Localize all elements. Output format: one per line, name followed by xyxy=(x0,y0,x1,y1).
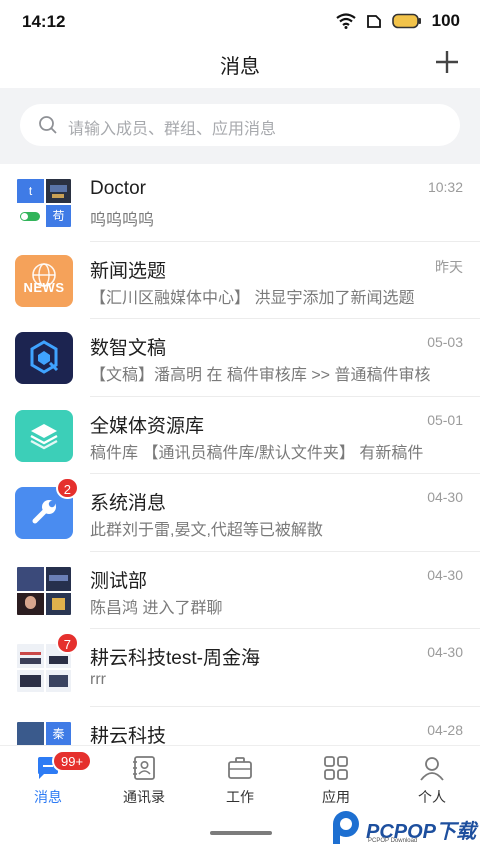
layers-icon xyxy=(30,423,58,449)
conversation-time: 10:32 xyxy=(427,179,463,195)
conversation-name: Doctor xyxy=(90,178,146,199)
conversation-preview: 【文稿】潘高明 在 稿件审核库 >> 普通稿件审核 xyxy=(90,367,431,384)
conversation-preview: rrr xyxy=(90,671,106,688)
status-indicators: 100 xyxy=(335,11,460,31)
tab-profile[interactable]: 个人 xyxy=(384,746,480,807)
search-icon xyxy=(39,116,57,134)
tab-label: 通讯录 xyxy=(123,789,165,805)
group-avatar: t 苟 xyxy=(15,177,73,229)
conversation-name: 数智文稿 xyxy=(90,338,167,359)
conversation-row[interactable]: 测试部 04-30 陈昌鸿 进入了群聊 xyxy=(0,552,480,629)
tab-bar: 99+ 消息 通讯录 工作 应用 个人 xyxy=(0,745,480,807)
avatar-tile xyxy=(17,721,44,745)
tab-messages[interactable]: 99+ 消息 xyxy=(0,746,96,807)
conversation-preview: 呜呜呜呜 xyxy=(90,212,155,229)
conversation-row[interactable]: t 苟 Doctor 10:32 呜呜呜呜 xyxy=(0,164,480,242)
page-title: 消息 xyxy=(220,56,260,78)
avatar-tile: 秦 xyxy=(46,721,71,745)
conversation-name: 全媒体资源库 xyxy=(90,415,205,437)
search-input[interactable]: 请输入成员、群组、应用消息 xyxy=(20,104,460,146)
grid-apps-icon xyxy=(324,756,348,780)
tab-work[interactable]: 工作 xyxy=(192,746,288,807)
conversation-row[interactable]: 2 系统消息 04-30 此群刘于雷,晏文,代超等已被解散 xyxy=(0,474,480,552)
conversation-time: 04-28 xyxy=(427,721,463,738)
status-bar: 14:12 100 xyxy=(0,0,480,44)
watermark: PCPOP下载 PCPOP Download xyxy=(330,806,480,852)
toggle-icon xyxy=(17,205,44,227)
conversation-preview: 【汇川区融媒体中心】 洪显宇添加了新闻选题 xyxy=(90,289,415,307)
avatar-tile xyxy=(46,566,71,591)
conversation-name: 新闻选题 xyxy=(90,260,167,282)
cube-logo-icon xyxy=(30,340,59,374)
conversation-time: 05-03 xyxy=(427,334,463,350)
group-avatar xyxy=(15,564,73,617)
conversation-preview: 此群刘于雷,晏文,代超等已被解散 xyxy=(90,522,323,539)
nav-bar: 消息 xyxy=(0,44,480,86)
home-indicator[interactable] xyxy=(210,831,272,835)
avatar-tile: 苟 xyxy=(46,205,71,227)
system-avatar-wrap: 2 xyxy=(15,477,79,539)
tab-label: 消息 xyxy=(34,789,62,805)
conversation-row[interactable]: 数智文稿 05-03 【文稿】潘高明 在 稿件审核库 >> 普通稿件审核 xyxy=(0,319,480,397)
watermark-sub: PCPOP Download xyxy=(368,838,418,844)
conversation-time: 昨天 xyxy=(435,258,463,275)
conversation-row[interactable]: 全媒体资源库 05-01 稿件库 【通讯员稿件库/默认文件夹】 有新稿件 xyxy=(0,397,480,474)
news-app-icon: NEWS xyxy=(15,254,73,307)
conversation-preview: 陈昌鸿 进入了群聊 xyxy=(90,599,223,617)
tab-label: 个人 xyxy=(418,789,446,805)
avatar-tile xyxy=(17,592,44,615)
avatar-tile xyxy=(17,644,44,668)
sim-card-icon xyxy=(366,15,381,28)
contacts-book-icon xyxy=(133,756,155,780)
add-button[interactable] xyxy=(432,47,462,77)
group-avatar-wrap: 7 xyxy=(15,632,79,694)
conversation-name: 耕云科技 xyxy=(90,725,167,746)
conversation-row[interactable]: 7 耕云科技test-周金海 04-30 rrr xyxy=(0,629,480,707)
avatar-tile xyxy=(46,592,71,615)
conversation-time: 05-01 xyxy=(427,411,463,428)
unread-badge: 7 xyxy=(55,632,79,654)
avatar-tile xyxy=(46,179,71,203)
conversation-row[interactable]: NEWS 新闻选题 昨天 【汇川区融媒体中心】 洪显宇添加了新闻选题 xyxy=(0,242,480,319)
group-avatar: 秦 xyxy=(15,719,73,745)
briefcase-icon xyxy=(228,757,252,779)
status-time: 14:12 xyxy=(22,12,66,31)
avatar-tile xyxy=(17,566,44,591)
manuscript-app-icon xyxy=(15,332,73,384)
conversation-name: 系统消息 xyxy=(90,493,167,514)
unread-badge: 2 xyxy=(55,477,79,499)
conversation-name: 测试部 xyxy=(90,570,148,592)
person-icon xyxy=(420,757,444,781)
media-library-icon xyxy=(15,409,73,462)
pcpop-logo-icon xyxy=(333,811,359,844)
tab-apps[interactable]: 应用 xyxy=(288,746,384,807)
conversation-time: 04-30 xyxy=(427,489,463,505)
conversation-preview: 稿件库 【通讯员稿件库/默认文件夹】 有新稿件 xyxy=(90,444,424,462)
avatar-tile xyxy=(17,670,44,692)
tab-unread-badge: 99+ xyxy=(52,750,93,772)
tab-contacts[interactable]: 通讯录 xyxy=(96,746,192,807)
conversation-time: 04-30 xyxy=(427,566,463,583)
search-placeholder: 请输入成员、群组、应用消息 xyxy=(68,121,277,138)
avatar-tile xyxy=(46,670,71,692)
news-label: NEWS xyxy=(23,279,65,295)
avatar-tile: t xyxy=(17,179,44,203)
tab-label: 应用 xyxy=(322,789,350,805)
conversation-row[interactable]: 秦 耕云科技 04-28 xyxy=(0,707,480,746)
conversation-time: 04-30 xyxy=(427,644,463,660)
conversation-list[interactable]: t 苟 Doctor 10:32 呜呜呜呜 NEWS 新闻选题 昨天 【汇川区融… xyxy=(0,164,480,745)
battery-icon xyxy=(391,13,421,29)
search-section: 请输入成员、群组、应用消息 xyxy=(0,88,480,164)
battery-percent: 100 xyxy=(431,11,460,30)
tab-label: 工作 xyxy=(226,789,254,805)
wifi-icon xyxy=(335,13,356,29)
conversation-name: 耕云科技test-周金海 xyxy=(90,648,260,669)
